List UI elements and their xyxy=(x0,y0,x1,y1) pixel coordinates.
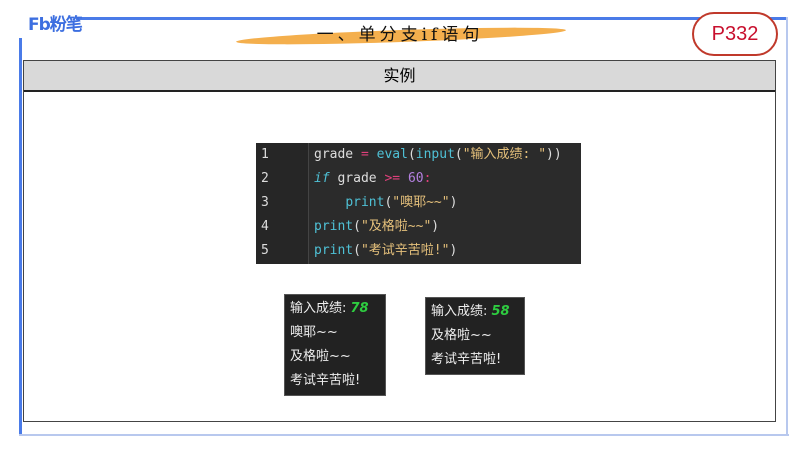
output-line: 及格啦~~ xyxy=(431,328,492,343)
page-badge: P332 xyxy=(692,12,778,56)
output-line: 噢耶~~ xyxy=(290,325,338,340)
input-value: 58 xyxy=(491,304,510,319)
line-number: 5 xyxy=(261,243,269,258)
code-line: 1 grade = eval(input("输入成绩: ")) xyxy=(256,143,581,167)
line-number: 3 xyxy=(261,195,269,210)
output-prompt: 输入成绩: 58 xyxy=(431,304,510,319)
output-prompt: 输入成绩: 78 xyxy=(290,301,369,316)
code-text: grade = eval(input("输入成绩: ")) xyxy=(314,147,562,162)
code-line: 2 if grade >= 60: xyxy=(256,167,581,191)
output-line: 考试辛苦啦! xyxy=(290,373,361,388)
code-text: print("考试辛苦啦!") xyxy=(314,243,458,258)
section-header: 实例 xyxy=(23,60,776,92)
output-console-2: 输入成绩: 58 及格啦~~ 考试辛苦啦! xyxy=(425,297,525,375)
output-console-1: 输入成绩: 78 噢耶~~ 及格啦~~ 考试辛苦啦! xyxy=(284,294,386,396)
line-number: 1 xyxy=(261,147,269,162)
input-value: 78 xyxy=(350,301,369,316)
line-number: 2 xyxy=(261,171,269,186)
output-line: 考试辛苦啦! xyxy=(431,352,502,367)
code-text: if grade >= 60: xyxy=(314,171,432,186)
code-block: 1 grade = eval(input("输入成绩: ")) 2 if grade … xyxy=(256,143,581,264)
slide-title: 一、单分支if语句 xyxy=(316,25,484,45)
frame-bottom xyxy=(19,434,789,436)
code-line: 4 print("及格啦~~") xyxy=(256,215,581,239)
frame-right xyxy=(786,17,788,436)
code-line: 3 print("噢耶~~") xyxy=(256,191,581,215)
line-number: 4 xyxy=(261,219,269,234)
code-text: print("噢耶~~") xyxy=(345,195,458,210)
code-text: print("及格啦~~") xyxy=(314,219,440,234)
frame-left xyxy=(19,38,22,436)
code-line: 5 print("考试辛苦啦!") xyxy=(256,239,581,263)
output-line: 及格啦~~ xyxy=(290,349,351,364)
